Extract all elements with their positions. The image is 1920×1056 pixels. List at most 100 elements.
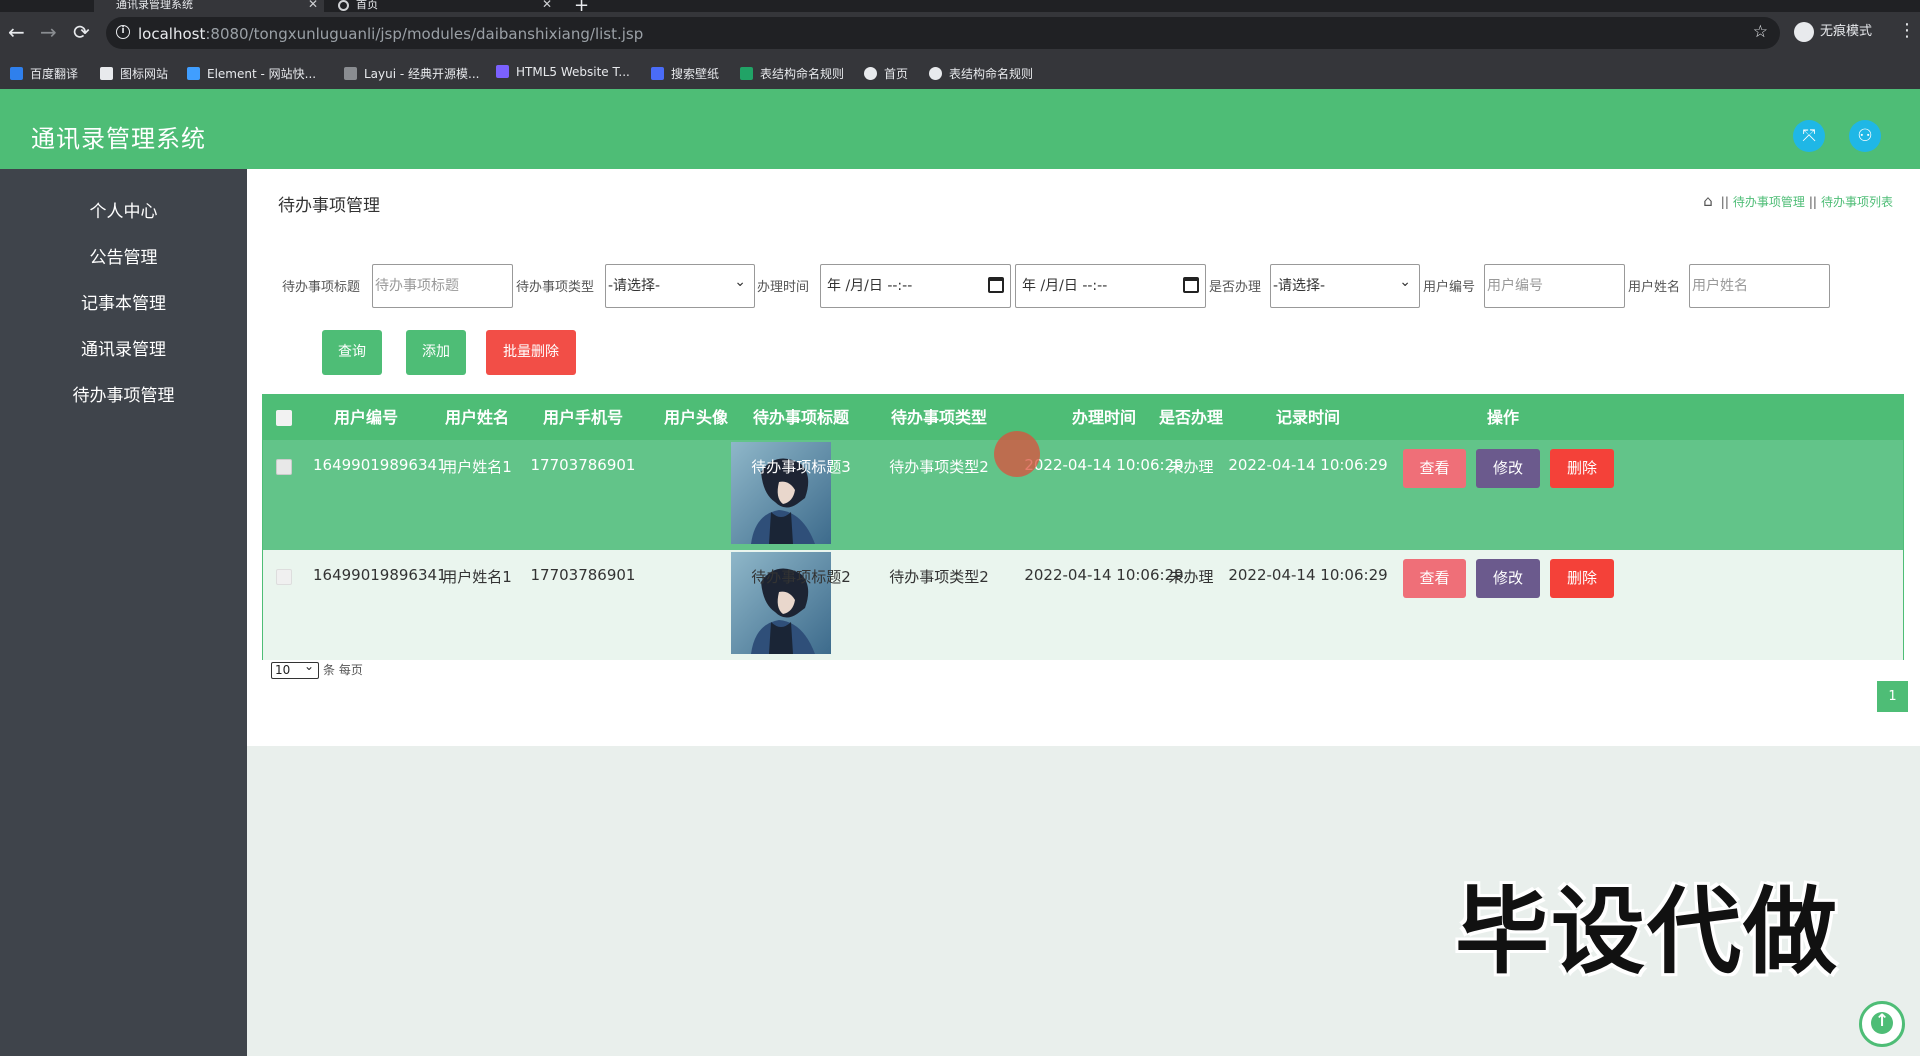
- calendar-icon[interactable]: [988, 277, 1004, 293]
- bookmark-item[interactable]: 图标网站: [100, 65, 168, 82]
- delete-button[interactable]: 删除: [1550, 449, 1614, 488]
- calendar-icon[interactable]: [1183, 277, 1199, 293]
- cell-user-name: 用户姓名1: [442, 458, 512, 476]
- home-icon[interactable]: ⌂: [1703, 192, 1713, 210]
- filter-user-name-label: 用户姓名: [1628, 280, 1681, 295]
- page-size-select[interactable]: 10: [271, 659, 319, 679]
- forward-arrow-icon[interactable]: →: [40, 22, 57, 42]
- url-path: :8080/tongxunluguanli/jsp/modules/daiban…: [205, 25, 644, 43]
- table-row[interactable]: 16499019896341 用户姓名1 17703786901: [263, 550, 1903, 660]
- wallpaper-icon: [651, 67, 664, 80]
- page-size-control: 10 条 每页: [271, 659, 363, 679]
- bookmarks-bar: 百度翻译 图标网站 Element - 网站快... Layui - 经典开源模…: [0, 58, 1920, 89]
- view-button[interactable]: 查看: [1403, 559, 1466, 598]
- column-header: 用户手机号: [542, 408, 623, 427]
- breadcrumb-item[interactable]: 待办事项管理: [1733, 195, 1805, 209]
- column-header: 待办事项类型: [890, 408, 987, 427]
- address-bar[interactable]: i localhost:8080/tongxunluguanli/jsp/mod…: [106, 17, 1780, 49]
- close-tab-icon[interactable]: ✕: [308, 0, 318, 10]
- sidebar-item-personal-center[interactable]: 个人中心: [0, 192, 247, 232]
- type-select[interactable]: -请选择-: [605, 261, 755, 308]
- column-header: 用户编号: [333, 408, 398, 427]
- incognito-icon: [1794, 21, 1814, 42]
- sidebar-item-todo[interactable]: 待办事项管理: [0, 376, 247, 416]
- edit-button[interactable]: 修改: [1476, 559, 1540, 598]
- query-button[interactable]: 查询: [322, 330, 382, 375]
- bookmark-item[interactable]: Element - 网站快...: [187, 65, 316, 82]
- globe-icon: [864, 67, 877, 80]
- date-from-input[interactable]: 年 /月/日 --:--: [820, 264, 1011, 308]
- browser-tab[interactable]: 首页 ✕: [330, 0, 558, 12]
- cell-title: 待办事项标题3: [751, 458, 851, 476]
- cell-record-time: 2022-04-14 10:06:29: [1228, 566, 1388, 584]
- sidebar-item-contacts[interactable]: 通讯录管理: [0, 330, 247, 370]
- select-all-checkbox[interactable]: [276, 410, 292, 426]
- back-arrow-icon[interactable]: ←: [8, 22, 25, 42]
- sidebar-item-notice[interactable]: 公告管理: [0, 238, 247, 278]
- globe-icon: [929, 67, 942, 80]
- table-row[interactable]: 16499019896341 用户姓名1 17703786901: [263, 440, 1903, 550]
- user-name-input[interactable]: 用户姓名: [1689, 264, 1830, 308]
- bookmark-item[interactable]: HTML5 Website T...: [496, 65, 630, 79]
- breadcrumb: ⌂ || 待办事项管理 || 待办事项列表: [1703, 192, 1893, 210]
- reload-icon[interactable]: ⟳: [73, 22, 90, 42]
- cell-user-name: 用户姓名1: [442, 568, 512, 586]
- bookmark-label: 搜索壁纸: [671, 67, 720, 81]
- delete-button[interactable]: 删除: [1550, 559, 1614, 598]
- bookmark-item[interactable]: 百度翻译: [10, 65, 78, 82]
- browser-menu-icon[interactable]: ⋮: [1898, 20, 1916, 41]
- main-content: 待办事项管理 ⌂ || 待办事项管理 || 待办事项列表 待办事项标题 待办事项标题 待…: [247, 169, 1920, 746]
- sidebar-item-notebook[interactable]: 记事本管理: [0, 284, 247, 324]
- close-tab-icon[interactable]: ✕: [542, 0, 552, 10]
- cell-user-no: 16499019896341: [313, 566, 447, 584]
- browser-tab-label: 首页: [356, 0, 378, 11]
- flag-icon: [100, 67, 113, 80]
- url-text: localhost:8080/tongxunluguanli/jsp/modul…: [138, 25, 643, 43]
- filter-user-no-label: 用户编号: [1423, 280, 1476, 295]
- filter-time-label: 办理时间: [757, 280, 810, 295]
- fullscreen-icon[interactable]: ⤧: [1793, 120, 1825, 152]
- url-host: localhost: [138, 25, 206, 43]
- browser-tab-label: 通讯录管理系统: [116, 0, 193, 11]
- view-button[interactable]: 查看: [1403, 449, 1466, 488]
- filter-title-label: 待办事项标题: [282, 280, 361, 295]
- user-no-input[interactable]: 用户编号: [1484, 264, 1625, 308]
- back-to-top-button[interactable]: ↑: [1859, 1001, 1905, 1047]
- breadcrumb-separator: ||: [1720, 195, 1729, 209]
- title-search-input[interactable]: 待办事项标题: [372, 264, 513, 308]
- column-header: 操作: [1486, 408, 1519, 427]
- todo-table: 用户编号 用户姓名 用户手机号 用户头像 待办事项标题 待办事项类型 办理时间 …: [262, 394, 1904, 660]
- row-checkbox[interactable]: [276, 459, 292, 475]
- filter-done-label: 是否办理: [1209, 280, 1262, 295]
- add-button[interactable]: 添加: [406, 330, 466, 375]
- edit-button[interactable]: 修改: [1476, 449, 1540, 488]
- cell-type: 待办事项类型2: [889, 458, 989, 476]
- date-from-placeholder: 年 /月/日 --:--: [827, 278, 913, 294]
- page-number-button[interactable]: 1: [1877, 681, 1908, 712]
- row-checkbox[interactable]: [276, 569, 292, 585]
- user-icon[interactable]: ⚇: [1849, 120, 1881, 152]
- bookmark-item[interactable]: Layui - 经典开源模...: [344, 65, 479, 82]
- bookmark-label: Element - 网站快...: [207, 67, 317, 81]
- bookmark-label: 图标网站: [120, 67, 169, 81]
- incognito-indicator[interactable]: 无痕模式: [1794, 20, 1872, 42]
- browser-tab-strip: 通讯录管理系统 ✕ 首页 ✕ +: [0, 0, 1920, 16]
- globe-icon: [338, 0, 349, 11]
- column-header: 用户姓名: [444, 408, 509, 427]
- bookmark-item[interactable]: 首页: [864, 65, 908, 82]
- browser-tab-active[interactable]: 通讯录管理系统 ✕: [94, 0, 324, 12]
- bookmark-item[interactable]: 表结构命名规则: [740, 65, 844, 82]
- table-header: 用户编号 用户姓名 用户手机号 用户头像 待办事项标题 待办事项类型 办理时间 …: [263, 395, 1903, 440]
- batch-delete-button[interactable]: 批量删除: [486, 330, 576, 375]
- date-to-input[interactable]: 年 /月/日 --:--: [1015, 264, 1206, 308]
- sidebar: 个人中心 公告管理 记事本管理 通讯录管理 待办事项管理: [0, 169, 247, 1056]
- page-size-suffix: 条 每页: [323, 663, 363, 677]
- bookmark-star-icon[interactable]: ☆: [1753, 22, 1768, 42]
- site-info-icon[interactable]: i: [116, 25, 130, 39]
- element-icon: [187, 67, 200, 80]
- bookmark-item[interactable]: 搜索壁纸: [651, 65, 719, 82]
- cell-title: 待办事项标题2: [751, 568, 851, 586]
- cursor-highlight: [994, 431, 1040, 477]
- bookmark-item[interactable]: 表结构命名规则: [929, 65, 1033, 82]
- done-select[interactable]: -请选择-: [1270, 261, 1420, 308]
